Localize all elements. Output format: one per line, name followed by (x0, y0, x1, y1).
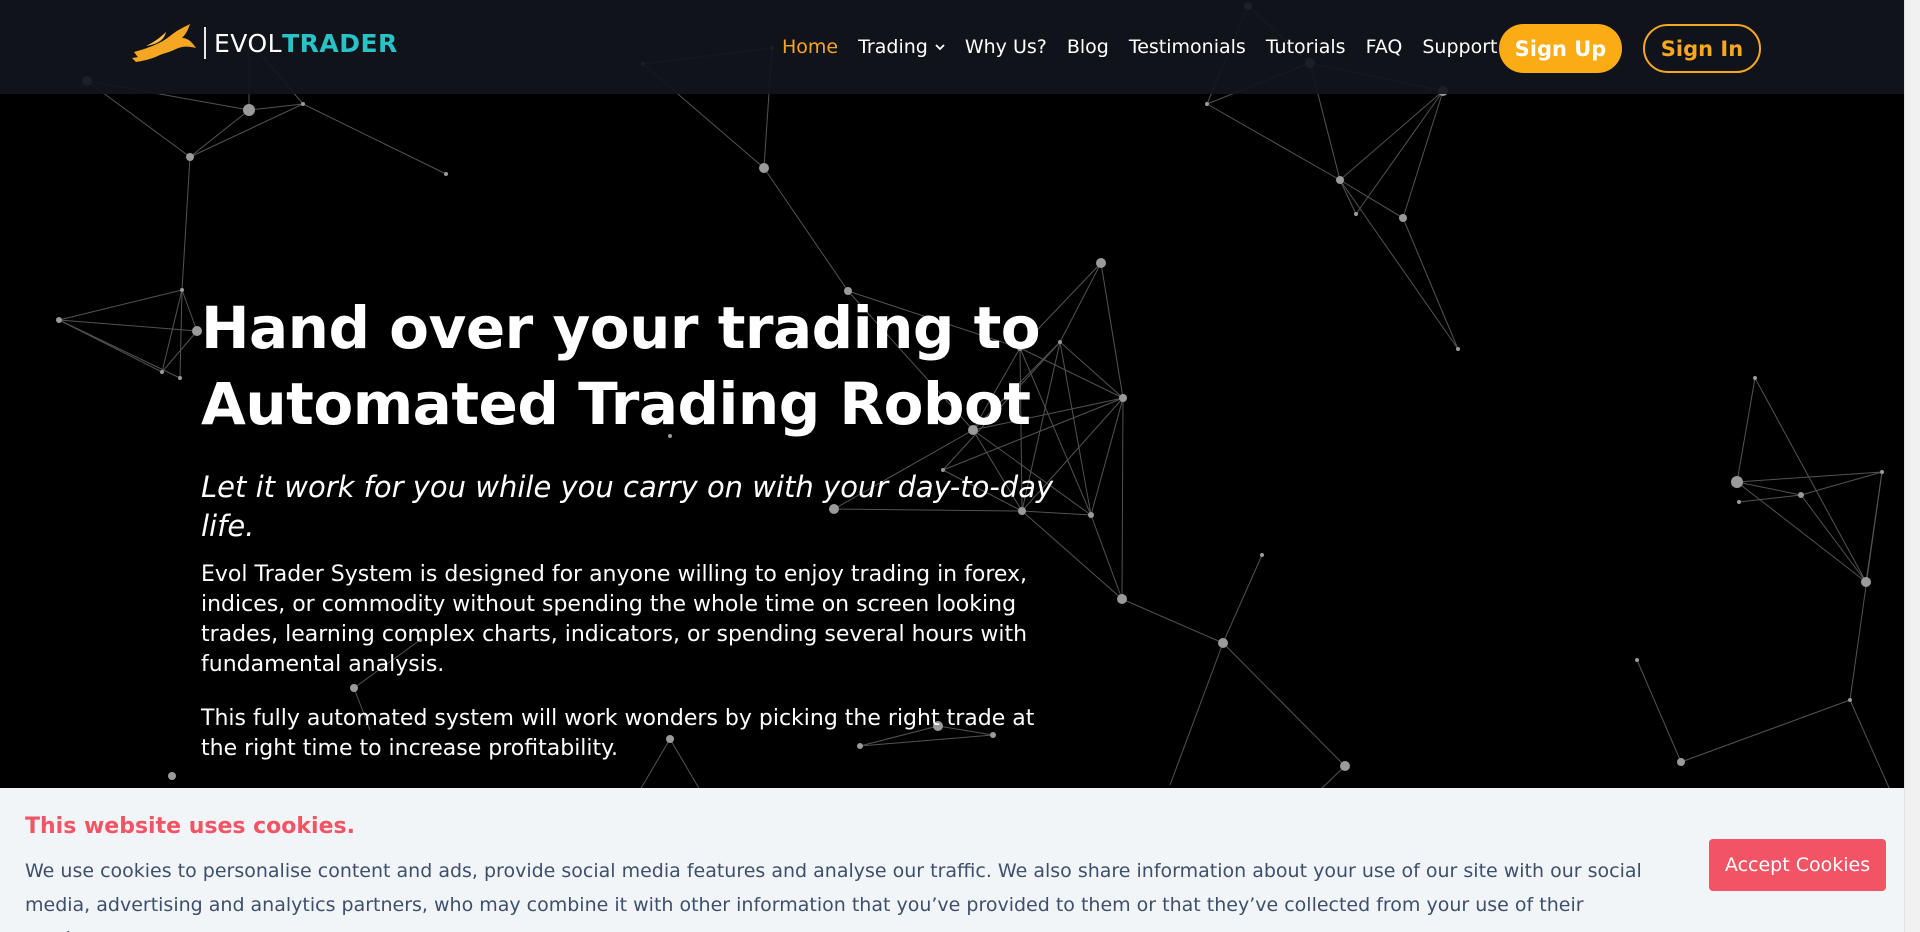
hero-subtitle: Let it work for you while you carry on w… (201, 470, 1054, 543)
nav-item-testimonials[interactable]: Testimonials (1129, 36, 1246, 58)
nav-item-support[interactable]: Support (1422, 36, 1497, 58)
page-scrollbar[interactable] (1904, 0, 1920, 932)
brand-logo[interactable]: EVOLTRADER (130, 22, 398, 64)
nav-item-why-us[interactable]: Why Us? (965, 36, 1047, 58)
nav-item-trading-label: Trading (858, 36, 928, 58)
sign-up-button[interactable]: Sign Up (1499, 24, 1622, 73)
page-viewport: EVOLTRADER Home Trading Why Us? Blog Tes… (0, 0, 1904, 932)
cookie-banner-title: This website uses cookies. (25, 814, 355, 839)
main-nav: Home Trading Why Us? Blog Testimonials T… (782, 28, 1517, 66)
hero-paragraph-2: This fully automated system will work wo… (201, 706, 1035, 761)
bull-logo-icon (132, 24, 196, 62)
nav-item-faq[interactable]: FAQ (1366, 36, 1403, 58)
hero-title-line1: Hand over your trading to (201, 294, 1041, 362)
hero-section: Hand over your trading to Automated Trad… (201, 290, 1071, 764)
nav-item-tutorials[interactable]: Tutorials (1266, 36, 1346, 58)
hero-title: Hand over your trading to Automated Trad… (201, 290, 1071, 442)
hero-title-line2: Automated Trading Robot (201, 370, 1031, 438)
hero-paragraph-1: Evol Trader System is designed for anyon… (201, 562, 1028, 677)
sign-in-button[interactable]: Sign In (1643, 24, 1761, 73)
brand-name: EVOLTRADER (214, 31, 398, 56)
site-header: EVOLTRADER Home Trading Why Us? Blog Tes… (0, 0, 1904, 94)
logo-divider (204, 27, 206, 59)
cookie-banner: This website uses cookies. We use cookie… (0, 788, 1904, 932)
accept-cookies-button[interactable]: Accept Cookies (1709, 839, 1886, 891)
brand-name-part1: EVOL (214, 28, 283, 58)
chevron-down-icon (935, 44, 945, 51)
nav-item-home[interactable]: Home (782, 36, 838, 58)
cookie-banner-text: We use cookies to personalise content an… (25, 860, 1642, 932)
nav-item-trading[interactable]: Trading (858, 36, 945, 58)
nav-item-blog[interactable]: Blog (1067, 36, 1109, 58)
brand-name-part2: TRADER (282, 28, 398, 58)
